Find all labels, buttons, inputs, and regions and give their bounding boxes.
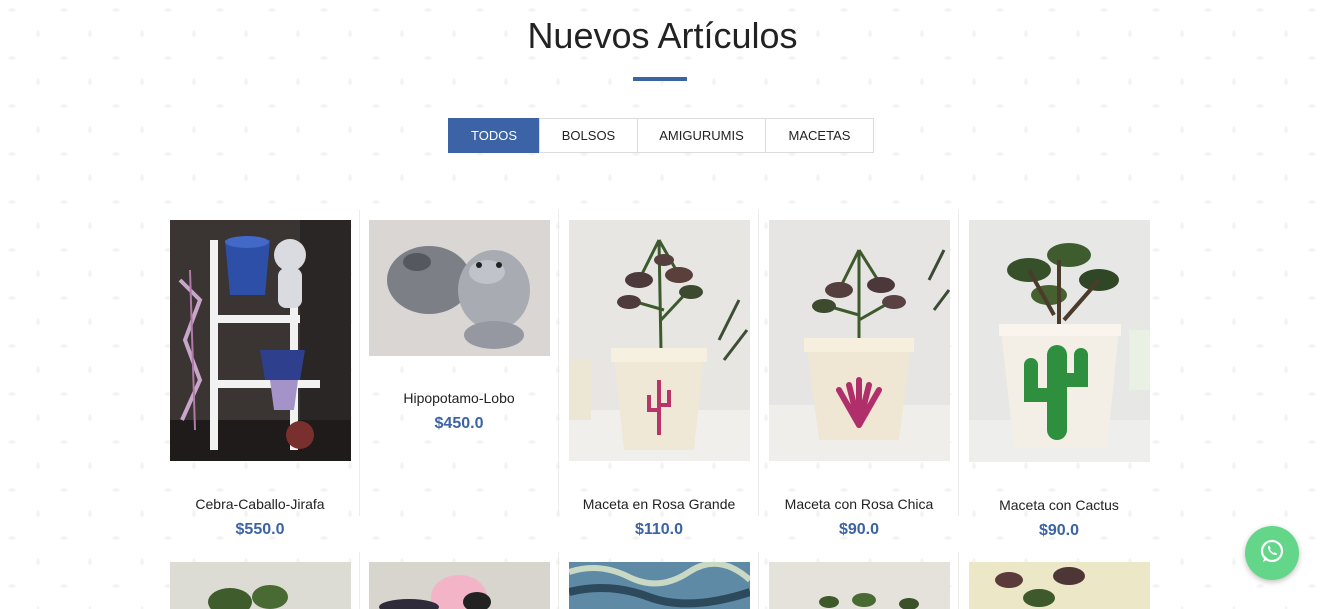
product-card[interactable]	[759, 552, 959, 609]
product-name[interactable]: Cebra-Caballo-Jirafa	[160, 496, 360, 512]
product-image[interactable]	[569, 562, 750, 609]
product-image[interactable]	[969, 562, 1150, 609]
product-card[interactable]: Maceta con Cactus $90.0	[959, 210, 1159, 550]
product-image[interactable]	[170, 562, 351, 609]
product-card[interactable]	[160, 552, 360, 609]
section-title: Nuevos Artículos	[527, 15, 798, 56]
tab-macetas[interactable]: MACETAS	[765, 118, 874, 153]
product-name[interactable]: Maceta con Rosa Chica	[759, 496, 959, 512]
whatsapp-icon	[1259, 538, 1285, 569]
whatsapp-button[interactable]	[1245, 526, 1299, 580]
product-image[interactable]	[769, 220, 950, 461]
product-card[interactable]	[959, 552, 1159, 609]
product-card[interactable]	[359, 552, 559, 609]
product-card[interactable]: Maceta en Rosa Grande $110.0	[559, 210, 759, 550]
product-price: $550.0	[235, 521, 285, 538]
product-name[interactable]: Maceta con Cactus	[959, 497, 1159, 513]
product-price: $90.0	[1038, 522, 1080, 539]
tab-todos[interactable]: TODOS	[448, 118, 540, 153]
product-name[interactable]: Hipopotamo-Lobo	[359, 390, 559, 406]
product-image[interactable]	[170, 220, 351, 461]
product-image[interactable]	[369, 220, 550, 356]
product-name[interactable]: Maceta en Rosa Grande	[559, 496, 759, 512]
product-price: $110.0	[634, 521, 684, 538]
tab-bolsos[interactable]: BOLSOS	[539, 118, 638, 153]
product-card[interactable]	[559, 552, 759, 609]
product-image[interactable]	[969, 220, 1150, 462]
title-underline	[633, 77, 687, 81]
product-card[interactable]: Cebra-Caballo-Jirafa $550.0	[160, 210, 360, 550]
product-section: Nuevos Artículos TODOS BOLSOS AMIGURUMIS…	[0, 0, 1325, 609]
product-price: $90.0	[838, 521, 880, 538]
product-card[interactable]: Hipopotamo-Lobo $450.0	[359, 210, 559, 520]
category-filter-tabs: TODOS BOLSOS AMIGURUMIS MACETAS	[448, 118, 874, 153]
product-image[interactable]	[569, 220, 750, 461]
product-card[interactable]: Maceta con Rosa Chica $90.0	[759, 210, 959, 550]
product-price: $450.0	[434, 415, 484, 432]
tab-amigurumis[interactable]: AMIGURUMIS	[637, 118, 766, 153]
product-image[interactable]	[769, 562, 950, 609]
product-image[interactable]	[369, 562, 550, 609]
